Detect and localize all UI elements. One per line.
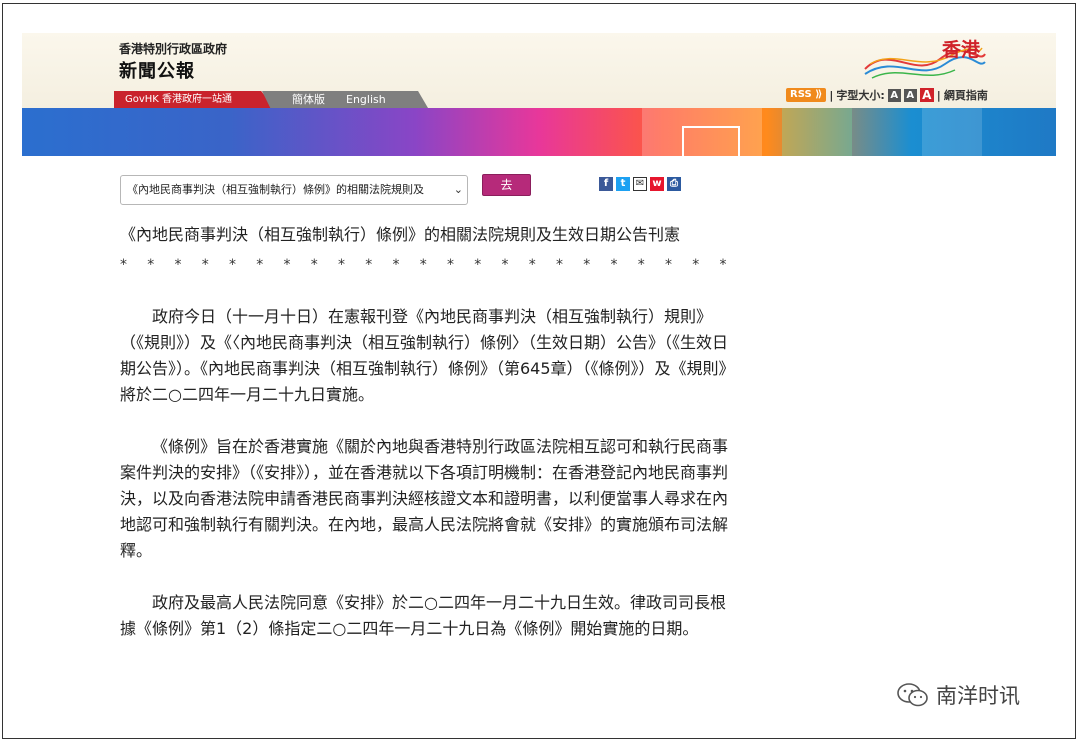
- facebook-icon[interactable]: f: [599, 177, 613, 191]
- select-value: 《內地民商事判決（相互強制執行）條例》的相關法院規則及: [127, 183, 424, 196]
- logo-text: 香港: [942, 39, 981, 61]
- wechat-icon: [897, 683, 928, 707]
- font-large-button[interactable]: A: [919, 88, 934, 102]
- watermark: 南洋时讯: [896, 680, 1020, 710]
- article-title: 《內地民商事判決（相互強制執行）條例》的相關法院規則及生效日期公告刊憲: [120, 225, 681, 244]
- chevron-down-icon: ⌄: [453, 183, 463, 196]
- site-title[interactable]: 新聞公報: [119, 57, 195, 83]
- article-paragraph: 政府今日（十一月十日）在憲報刊登《內地民商事判決（相互強制執行）規則》（《規則》…: [120, 307, 729, 404]
- article-paragraph: 政府及最高人民法院同意《安排》於二○二四年一月二十九日生效。律政司司長根據《條例…: [120, 593, 726, 638]
- gov-name: 香港特別行政區政府: [119, 42, 228, 56]
- article-paragraph: 《條例》旨在於香港實施《關於內地與香港特別行政區法院相互認可和執行民商事案件判決…: [120, 437, 729, 560]
- article-select[interactable]: 《內地民商事判決（相互強制執行）條例》的相關法院規則及 ⌄: [120, 175, 468, 205]
- govhk-tab[interactable]: GovHK 香港政府一站通: [114, 91, 274, 108]
- font-small-button[interactable]: A: [887, 88, 901, 102]
- language-tabs: 簡体版 English: [262, 91, 428, 108]
- toolbar: RSS ⟫ | 字型大小: A A A | 網頁指南: [786, 87, 988, 103]
- article-body: 《內地民商事判決（相互強制執行）條例》的相關法院規則及生效日期公告刊憲 * * …: [120, 222, 732, 642]
- font-medium-button[interactable]: A: [903, 88, 917, 102]
- twitter-icon[interactable]: t: [616, 177, 630, 191]
- share-icons: f t ✉ w ⎙: [599, 177, 681, 191]
- divider: |: [936, 88, 941, 102]
- watermark-text: 南洋时讯: [936, 684, 1020, 708]
- weibo-icon[interactable]: w: [650, 177, 664, 191]
- rss-button[interactable]: RSS ⟫: [786, 88, 827, 102]
- print-icon[interactable]: ⎙: [667, 177, 681, 191]
- sitemap-link[interactable]: 網頁指南: [944, 87, 988, 103]
- go-button[interactable]: 去: [482, 174, 531, 196]
- divider: |: [829, 88, 834, 102]
- rss-label: RSS: [790, 89, 812, 100]
- font-size-label: 字型大小:: [836, 89, 885, 102]
- email-icon[interactable]: ✉: [633, 177, 647, 191]
- lang-english-link[interactable]: English: [346, 91, 386, 108]
- banner-graphic: [682, 126, 740, 156]
- stars-divider: * * * * * * * * * * * * * * * * * * * * …: [120, 257, 732, 273]
- header-banner: [22, 108, 1056, 156]
- lang-simplified-link[interactable]: 簡体版: [292, 91, 325, 108]
